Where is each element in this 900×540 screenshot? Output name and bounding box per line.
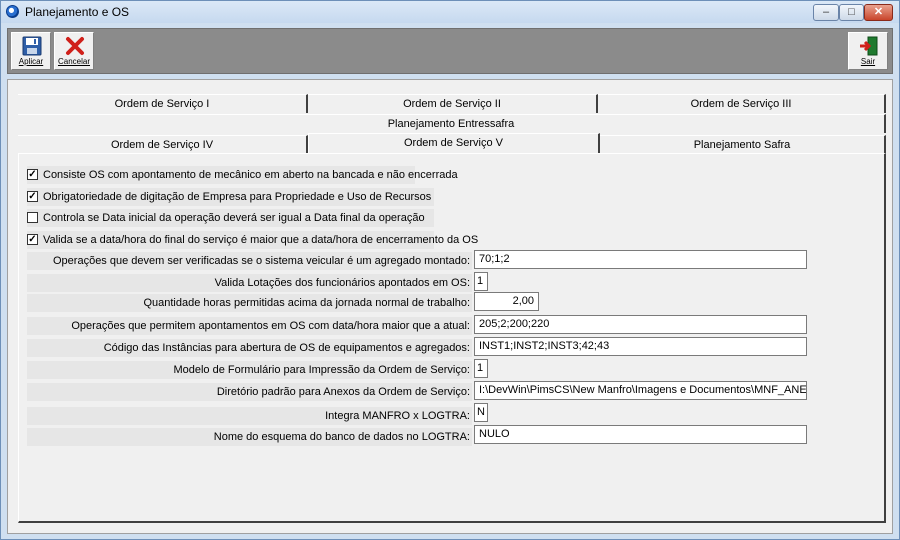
checkbox-row-obrigatoriedade-empresa[interactable]: ✓ Obrigatoriedade de digitação de Empres… [27, 188, 434, 206]
field-valida-lotacoes[interactable]: 1 [474, 272, 488, 291]
minimize-icon: – [822, 6, 830, 18]
tab-ordem-servico-v[interactable]: Ordem de Serviço V [308, 133, 600, 155]
exit-button[interactable]: Sair [848, 32, 888, 70]
tab-ordem-servico-iv[interactable]: Ordem de Serviço IV [18, 135, 308, 154]
content-area: Ordem de Serviço I Ordem de Serviço II O… [7, 79, 893, 534]
checkbox-row-valida-data-hora[interactable]: ✓ Valida se a data/hora do final do serv… [27, 231, 478, 249]
field-quantidade-horas[interactable]: 2,00 [474, 292, 539, 311]
tab-ordem-servico-i[interactable]: Ordem de Serviço I [18, 94, 308, 113]
window-title: Planejamento e OS [25, 5, 130, 19]
field-integra-manfro[interactable]: N [474, 403, 488, 422]
main-window: Planejamento e OS – □ ✕ Aplicar Cancelar [0, 0, 900, 540]
cancel-button[interactable]: Cancelar [54, 32, 94, 70]
checkbox-label: Obrigatoriedade de digitação de Empresa … [43, 191, 432, 203]
red-x-icon [66, 37, 84, 55]
label-integra-manfro: Integra MANFRO x LOGTRA: [27, 407, 472, 425]
checkbox-label: Valida se a data/hora do final do serviç… [43, 234, 479, 246]
field-diretorio-anexos[interactable]: I:\DevWin\PimsCS\New Manfro\Imagens e Do… [474, 381, 807, 400]
label-modelo-formulario: Modelo de Formulário para Impressão da O… [27, 361, 472, 379]
close-button[interactable]: ✕ [864, 4, 893, 21]
tab-planejamento-entressafra[interactable]: Planejamento Entressafra [18, 114, 886, 133]
tab-planejamento-safra[interactable]: Planejamento Safra [600, 135, 886, 154]
exit-door-icon [860, 36, 878, 56]
field-operacoes-data-hora[interactable]: 205;2;200;220 [474, 315, 807, 334]
label-codigo-instancias: Código das Instâncias para abertura de O… [27, 339, 472, 357]
close-icon: ✕ [873, 6, 884, 18]
tab-ordem-servico-iii[interactable]: Ordem de Serviço III [598, 94, 886, 113]
label-quantidade-horas: Quantidade horas permitidas acima da jor… [27, 294, 472, 312]
maximize-icon: □ [848, 6, 855, 18]
tab-ordem-servico-ii[interactable]: Ordem de Serviço II [308, 94, 598, 113]
save-button-label: Aplicar [18, 57, 44, 66]
cancel-button-label: Cancelar [57, 57, 90, 66]
checkbox-controla-data[interactable] [27, 212, 38, 223]
field-esquema-logtra[interactable]: NULO [474, 425, 807, 444]
checkbox-valida-data-hora[interactable]: ✓ [27, 234, 38, 245]
label-esquema-logtra: Nome do esquema do banco de dados no LOG… [27, 428, 472, 446]
exit-button-label: Sair [860, 57, 876, 66]
minimize-button[interactable]: – [813, 4, 839, 21]
title-bar[interactable]: Planejamento e OS – □ ✕ [1, 1, 899, 23]
label-diretorio-anexos: Diretório padrão para Anexos da Ordem de… [27, 383, 472, 401]
checkbox-row-consiste-os[interactable]: ✓ Consiste OS com apontamento de mecânic… [27, 166, 458, 184]
toolbar: Aplicar Cancelar Sair [7, 28, 893, 74]
field-codigo-instancias[interactable]: INST1;INST2;INST3;42;43 [474, 337, 807, 356]
tab-strip: Ordem de Serviço I Ordem de Serviço II O… [18, 80, 886, 158]
save-button[interactable]: Aplicar [11, 32, 51, 70]
checkbox-obrigatoriedade-empresa[interactable]: ✓ [27, 191, 38, 202]
floppy-disk-icon [22, 36, 42, 56]
checkbox-row-controla-data[interactable]: Controla se Data inicial da operação dev… [27, 209, 434, 227]
checkbox-consiste-os[interactable]: ✓ [27, 169, 38, 180]
label-operacoes-agregado: Operações que devem ser verificadas se o… [27, 252, 472, 270]
checkbox-label: Consiste OS com apontamento de mecânico … [43, 169, 458, 181]
label-operacoes-data-hora: Operações que permitem apontamentos em O… [27, 317, 472, 335]
checkbox-label: Controla se Data inicial da operação dev… [43, 212, 425, 224]
maximize-button[interactable]: □ [839, 4, 864, 21]
label-valida-lotacoes: Valida Lotações dos funcionários apontad… [27, 274, 472, 292]
field-operacoes-agregado[interactable]: 70;1;2 [474, 250, 807, 269]
app-icon [6, 5, 19, 18]
field-modelo-formulario[interactable]: 1 [474, 359, 488, 378]
